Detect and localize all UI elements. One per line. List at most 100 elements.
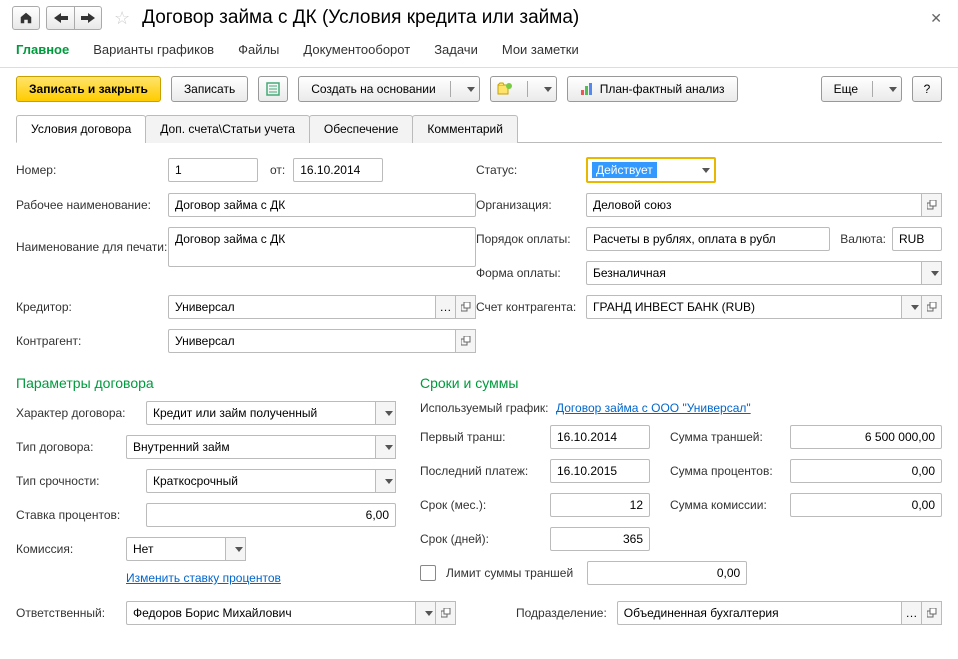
forward-button[interactable] — [74, 6, 102, 30]
nav-tabs: Главное Варианты графиков Файлы Документ… — [0, 36, 958, 68]
open-ref-button[interactable] — [922, 193, 942, 217]
account-input[interactable]: ГРАНД ИНВЕСТ БАНК (RUB) — [586, 295, 902, 319]
workname-input[interactable]: Договор займа с ДК — [168, 193, 476, 217]
rate-input[interactable]: 6,00 — [146, 503, 396, 527]
sum-tranche-input[interactable]: 6 500 000,00 — [790, 425, 942, 449]
graph-label: Используемый график: — [420, 401, 556, 415]
nav-tab-docflow[interactable]: Документооборот — [303, 42, 410, 57]
last-payment-label: Последний платеж: — [420, 464, 550, 478]
chevron-down-icon — [702, 168, 710, 173]
params-section-title: Параметры договора — [16, 375, 396, 391]
dropdown-button[interactable] — [922, 261, 942, 285]
counterparty-label: Контрагент: — [16, 334, 168, 348]
nav-tab-files[interactable]: Файлы — [238, 42, 279, 57]
nav-tab-graphs[interactable]: Варианты графиков — [93, 42, 214, 57]
back-button[interactable] — [46, 6, 74, 30]
creditor-label: Кредитор: — [16, 300, 168, 314]
payorder-label: Порядок оплаты: — [476, 232, 586, 246]
creditor-input[interactable]: Универсал — [168, 295, 436, 319]
dropdown-button[interactable] — [902, 295, 922, 319]
rate-label: Ставка процентов: — [16, 508, 146, 522]
dept-input[interactable]: Объединенная бухгалтерия — [617, 601, 902, 625]
status-label: Статус: — [476, 163, 586, 177]
subtab-collateral[interactable]: Обеспечение — [309, 115, 413, 143]
first-tranche-label: Первый транш: — [420, 430, 550, 444]
change-rate-link[interactable]: Изменить ставку процентов — [126, 571, 281, 585]
dropdown-button[interactable] — [376, 401, 396, 425]
attach-button[interactable] — [490, 76, 557, 102]
months-label: Срок (мес.): — [420, 498, 550, 512]
sum-commission-input[interactable]: 0,00 — [790, 493, 942, 517]
list-view-button[interactable] — [258, 76, 288, 102]
limit-input[interactable]: 0,00 — [587, 561, 747, 585]
urgency-select[interactable]: Краткосрочный — [146, 469, 376, 493]
picker-button[interactable]: … — [902, 601, 922, 625]
printname-input[interactable]: Договор займа с ДК — [168, 227, 476, 267]
nav-tab-tasks[interactable]: Задачи — [434, 42, 478, 57]
account-label: Счет контрагента: — [476, 300, 586, 314]
currency-input[interactable]: RUB — [892, 227, 942, 251]
months-input[interactable]: 12 — [550, 493, 650, 517]
favorite-star-icon[interactable]: ☆ — [114, 8, 130, 29]
subtab-comment[interactable]: Комментарий — [412, 115, 518, 143]
status-select[interactable]: Действует — [586, 157, 716, 183]
commission-label: Комиссия: — [16, 542, 126, 556]
save-button[interactable]: Записать — [171, 76, 248, 102]
org-label: Организация: — [476, 198, 586, 212]
commission-select[interactable]: Нет — [126, 537, 226, 561]
picker-button[interactable]: … — [436, 295, 456, 319]
dropdown-button[interactable] — [376, 469, 396, 493]
printname-label: Наименование для печати: — [16, 240, 168, 254]
save-close-button[interactable]: Записать и закрыть — [16, 76, 161, 102]
last-payment-input[interactable]: 16.10.2015 — [550, 459, 650, 483]
sum-commission-label: Сумма комиссии: — [670, 498, 790, 512]
responsible-input[interactable]: Федоров Борис Михайлович — [126, 601, 416, 625]
date-label: от: — [270, 163, 285, 177]
chevron-down-icon — [467, 87, 475, 92]
graph-link[interactable]: Договор займа с ООО "Универсал" — [556, 401, 751, 415]
nav-tab-notes[interactable]: Мои заметки — [502, 42, 579, 57]
nav-tab-main[interactable]: Главное — [16, 42, 69, 57]
open-ref-button[interactable] — [456, 295, 476, 319]
close-button[interactable]: ✕ — [926, 10, 946, 27]
open-ref-button[interactable] — [922, 601, 942, 625]
currency-label: Валюта: — [840, 232, 886, 246]
create-from-button[interactable]: Создать на основании — [298, 76, 480, 102]
chevron-down-icon — [544, 87, 552, 92]
days-input[interactable]: 365 — [550, 527, 650, 551]
urgency-label: Тип срочности: — [16, 474, 146, 488]
open-ref-button[interactable] — [456, 329, 476, 353]
terms-section-title: Сроки и суммы — [420, 375, 942, 391]
more-button[interactable]: Еще — [821, 76, 902, 102]
dropdown-button[interactable] — [226, 537, 246, 561]
payorder-input[interactable]: Расчеты в рублях, оплата в рубл — [586, 227, 830, 251]
sum-tranche-label: Сумма траншей: — [670, 430, 790, 444]
org-input[interactable]: Деловой союз — [586, 193, 922, 217]
payform-select[interactable]: Безналичная — [586, 261, 922, 285]
home-button[interactable] — [12, 6, 40, 30]
subtab-conditions[interactable]: Условия договора — [16, 115, 146, 143]
plan-fact-button[interactable]: План-фактный анализ — [567, 76, 738, 102]
open-ref-button[interactable] — [922, 295, 942, 319]
number-input[interactable]: 1 — [168, 158, 258, 182]
counterparty-input[interactable]: Универсал — [168, 329, 456, 353]
dropdown-button[interactable] — [416, 601, 436, 625]
sum-interest-input[interactable]: 0,00 — [790, 459, 942, 483]
first-tranche-input[interactable]: 16.10.2014 — [550, 425, 650, 449]
limit-checkbox[interactable] — [420, 565, 436, 581]
help-button[interactable]: ? — [912, 76, 942, 102]
type-select[interactable]: Внутренний займ — [126, 435, 376, 459]
char-select[interactable]: Кредит или займ полученный — [146, 401, 376, 425]
chevron-down-icon — [889, 87, 897, 92]
payform-label: Форма оплаты: — [476, 266, 586, 280]
date-input[interactable]: 16.10.2014 — [293, 158, 383, 182]
char-label: Характер договора: — [16, 406, 146, 420]
days-label: Срок (дней): — [420, 532, 550, 546]
chart-icon — [580, 82, 594, 96]
page-title: Договор займа с ДК (Условия кредита или … — [142, 7, 579, 29]
open-ref-button[interactable] — [436, 601, 456, 625]
subtab-accounts[interactable]: Доп. счета\Статьи учета — [145, 115, 310, 143]
dropdown-button[interactable] — [376, 435, 396, 459]
responsible-label: Ответственный: — [16, 606, 126, 620]
sum-interest-label: Сумма процентов: — [670, 464, 790, 478]
